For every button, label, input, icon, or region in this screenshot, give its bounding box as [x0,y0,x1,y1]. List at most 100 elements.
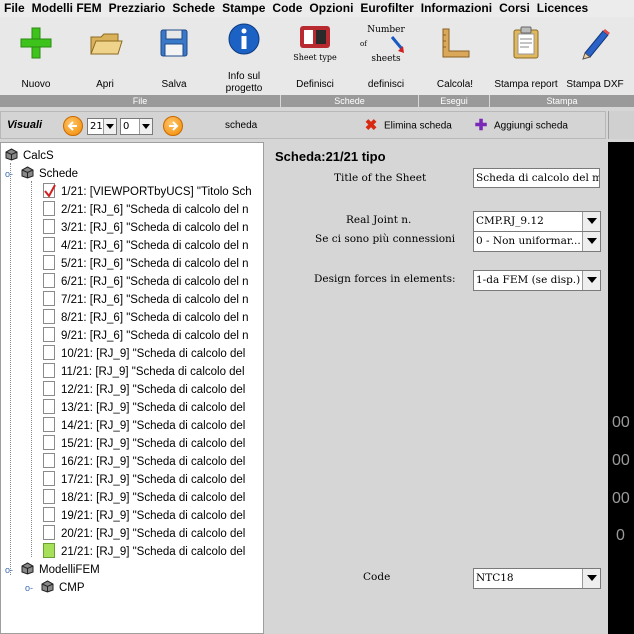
chevron-down-icon[interactable] [582,271,600,290]
viewport-axis-label: 00 [612,490,630,507]
real-joint-select[interactable]: CMP.RJ_9.12 [473,211,601,232]
info-progetto-button[interactable]: Info sul progetto [212,17,276,95]
menu-schede[interactable]: Schede [168,0,218,17]
chevron-down-icon[interactable] [139,119,152,134]
sheet-list-item-label: 16/21: [RJ_9] "Scheda di calcolo del [61,456,246,468]
document-icon [43,471,55,487]
menu-eurofilter[interactable]: Eurofilter [356,0,416,17]
menu-modelli-fem[interactable]: Modelli FEM [28,0,105,17]
definisci-number-sheets-button[interactable]: Number of sheets definisci [354,17,418,95]
tree-node-schede[interactable]: o- Schede [5,165,78,183]
sheet-list-item[interactable]: 12/21: [RJ_9] "Scheda di calcolo del [43,381,245,399]
chevron-down-icon[interactable] [582,569,600,588]
aggiungi-scheda-button[interactable]: ✚ Aggiungi scheda [473,117,568,135]
tree-node-modellifem-label: ModelliFEM [39,564,100,576]
add-plus-icon: ✚ [474,117,488,134]
sheet-list-item[interactable]: 2/21: [RJ_6] "Scheda di calcolo del n [43,201,249,219]
tree-expand-icon[interactable]: o- [25,579,41,597]
menu-prezziario[interactable]: Prezziario [105,0,169,17]
prev-sheet-button[interactable] [63,116,83,136]
sheet-list-item-label: 12/21: [RJ_9] "Scheda di calcolo del [61,384,246,396]
arrow-left-icon [67,121,77,131]
visuali-bar: Visuali 21 0 scheda ✖ Elimina scheda ✚ Agg… [0,111,606,139]
tree-expand-icon[interactable]: o- [5,561,21,579]
sheet-list-item[interactable]: 19/21: [RJ_9] "Scheda di calcolo del [43,507,245,525]
viewport-panel[interactable]: 00 00 00 0 [608,142,634,634]
salva-button[interactable]: Salva [144,17,204,95]
info-progetto-label: Info sul progetto [225,71,263,94]
sheet-list-item[interactable]: 9/21: [RJ_6] "Scheda di calcolo del n [43,327,249,345]
stampa-dxf-label: Stampa DXF [566,79,624,90]
sheet-list-item[interactable]: 14/21: [RJ_9] "Scheda di calcolo del [43,417,245,435]
sheet-list-item[interactable]: 8/21: [RJ_6] "Scheda di calcolo del n [43,309,249,327]
sheet-list-item[interactable]: 16/21: [RJ_9] "Scheda di calcolo del [43,453,245,471]
definisci-sheet-type-button[interactable]: Sheet type Definisci [283,17,347,95]
elimina-scheda-label: Elimina scheda [384,120,452,132]
document-icon [43,489,55,505]
sheet-list-item[interactable]: 6/21: [RJ_6] "Scheda di calcolo del n [43,273,249,291]
calcola-button[interactable]: Calcola! [425,17,485,95]
connessioni-select[interactable]: 0 - Non uniformar... [473,231,601,252]
tree-expand-icon[interactable]: o- [5,165,21,183]
menu-file[interactable]: File [0,0,28,17]
nuovo-button[interactable]: Nuovo [6,17,66,95]
apri-button[interactable]: Apri [75,17,135,95]
chevron-down-icon[interactable] [582,232,600,251]
menu-code[interactable]: Code [268,0,305,17]
tree-node-calcs[interactable]: CalcS [5,147,54,165]
sheet-spin-1[interactable]: 21 [87,118,117,135]
sheet-list-item[interactable]: 7/21: [RJ_6] "Scheda di calcolo del n [43,291,249,309]
title-of-sheet-label: Title of the Sheet [334,172,427,184]
group-schede: Schede [281,95,419,107]
sheet-list-item[interactable]: 21/21: [RJ_9] "Scheda di calcolo del [43,543,245,561]
sheet-spin-2[interactable]: 0 [120,118,153,135]
tree-node-cmp[interactable]: o- CMP [25,579,85,597]
stampa-dxf-button[interactable]: Stampa DXF [563,17,627,95]
document-icon [43,291,55,307]
sheet-list-item-label: 14/21: [RJ_9] "Scheda di calcolo del [61,420,246,432]
sheet-list-item-label: 2/21: [RJ_6] "Scheda di calcolo del n [61,204,249,216]
sheet-list-item[interactable]: 13/21: [RJ_9] "Scheda di calcolo del [43,399,245,417]
sheet-spin-1-value: 21 [90,121,103,132]
sheet-list-item[interactable]: 11/21: [RJ_9] "Scheda di calcolo del [43,363,245,381]
connessioni-value: 0 - Non uniformar... [476,235,581,247]
design-forces-select[interactable]: 1-da FEM (se disp.) [473,270,601,291]
sheet-list-item[interactable]: 20/21: [RJ_9] "Scheda di calcolo del [43,525,245,543]
menu-licences[interactable]: Licences [533,0,591,17]
sheet-list-item[interactable]: 5/21: [RJ_6] "Scheda di calcolo del n [43,255,249,273]
tree-guide-line [10,163,11,575]
sheet-list-item[interactable]: 18/21: [RJ_9] "Scheda di calcolo del [43,489,245,507]
sheet-list-item[interactable]: 15/21: [RJ_9] "Scheda di calcolo del [43,435,245,453]
document-icon [43,255,55,271]
tree-guide-line [31,181,32,557]
sheet-list-item[interactable]: 17/21: [RJ_9] "Scheda di calcolo del [43,471,245,489]
sheet-spin-2-value: 0 [123,121,130,132]
floppy-icon [160,29,188,57]
document-icon [43,237,55,253]
title-of-sheet-input[interactable]: Scheda di calcolo del m [473,168,600,188]
code-select[interactable]: NTC18 [473,568,601,589]
sheet-list-item[interactable]: 10/21: [RJ_9] "Scheda di calcolo del [43,345,245,363]
stampa-report-button[interactable]: Stampa report [490,17,562,95]
cube-icon [21,166,34,180]
arrow-right-icon [169,121,179,131]
next-sheet-button[interactable] [163,116,183,136]
menu-informazioni[interactable]: Informazioni [417,0,495,17]
toolbar: Nuovo Apri Salva Info sul progetto Sheet… [0,17,634,95]
chevron-down-icon[interactable] [582,212,600,231]
menu-opzioni[interactable]: Opzioni [305,0,356,17]
tree-node-modellifem[interactable]: o- ModelliFEM [5,561,100,579]
chevron-down-icon[interactable] [103,119,116,134]
sheet-list-item[interactable]: 4/21: [RJ_6] "Scheda di calcolo del n [43,237,249,255]
elimina-scheda-button[interactable]: ✖ Elimina scheda [363,117,452,135]
folder-icon [90,33,123,55]
menu-corsi[interactable]: Corsi [495,0,533,17]
sheet-list-item-label: 18/21: [RJ_9] "Scheda di calcolo del [61,492,246,504]
sheet-list-item[interactable]: 1/21: [VIEWPORTbyUCS] "Titolo Sch [43,183,252,201]
design-forces-label: Design forces in elements: [314,273,456,285]
menu-stampe[interactable]: Stampe [218,0,268,17]
aggiungi-scheda-label: Aggiungi scheda [494,120,568,132]
tree-panel[interactable]: CalcS o- Schede 1/21: [VIEWPORTbyUCS] "Ti… [0,142,264,634]
document-icon [43,543,55,559]
sheet-list-item[interactable]: 3/21: [RJ_6] "Scheda di calcolo del n [43,219,249,237]
